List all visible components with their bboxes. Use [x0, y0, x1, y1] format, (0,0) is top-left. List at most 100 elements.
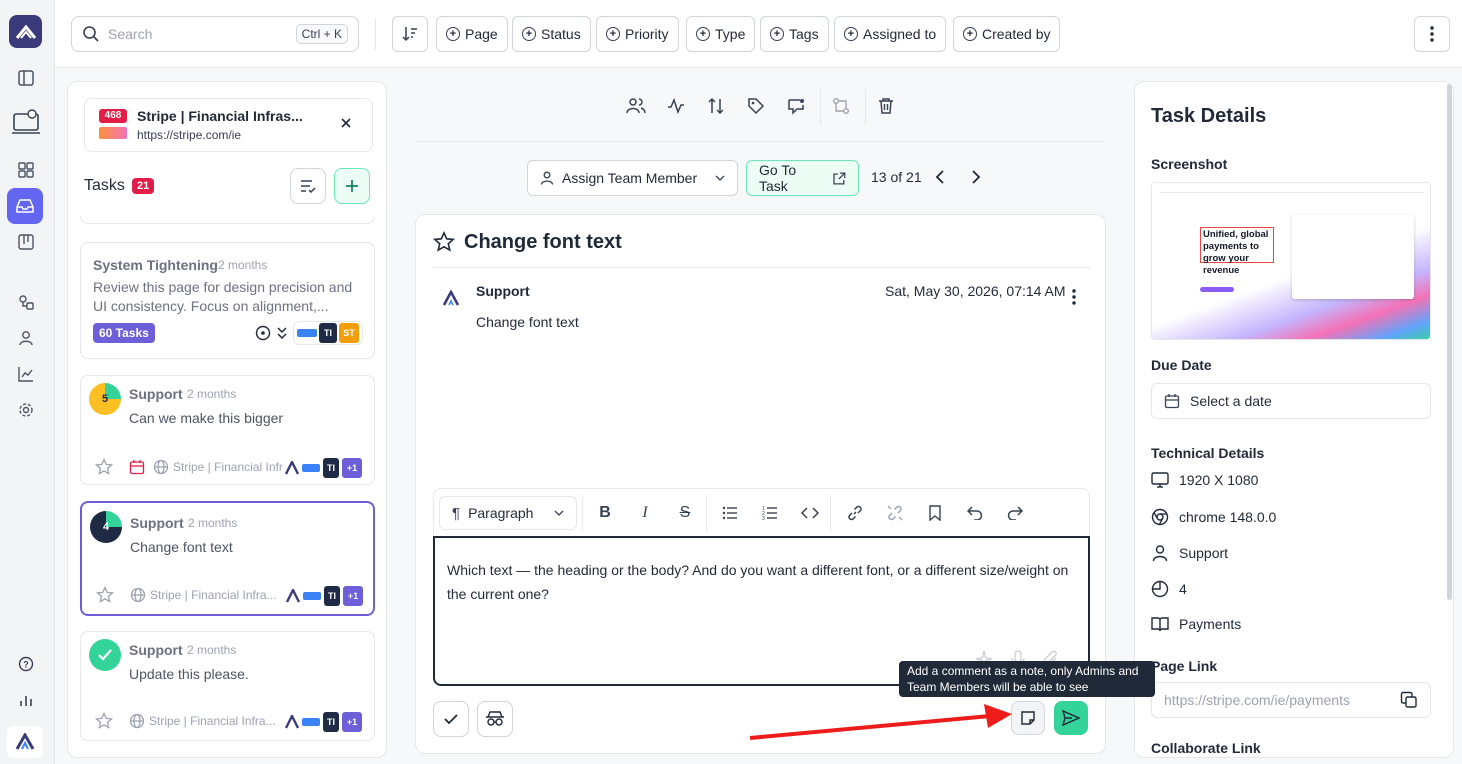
screenshot-thumbnail[interactable]: Unified, global payments to grow your re…	[1151, 182, 1431, 340]
settings-icon[interactable]	[14, 398, 38, 422]
page-link-value: https://stripe.com/ie/payments	[1164, 692, 1350, 708]
filter-assigned-button[interactable]: + Assigned to	[834, 16, 947, 52]
add-task-button[interactable]	[334, 168, 370, 204]
incognito-button[interactable]	[477, 701, 513, 737]
user-icon	[1152, 545, 1168, 562]
assign-member-dropdown[interactable]: Assign Team Member	[527, 160, 738, 196]
prev-task-icon[interactable]	[933, 169, 947, 185]
code-icon[interactable]	[799, 502, 821, 524]
reporter-row: Support	[1151, 544, 1228, 562]
sort-button[interactable]	[392, 16, 428, 52]
undo-icon[interactable]	[964, 502, 986, 524]
divider	[375, 18, 376, 50]
chrome-icon	[1151, 508, 1169, 526]
inbox-icon[interactable]	[7, 188, 43, 224]
filter-tags-button[interactable]: + Tags	[760, 16, 829, 52]
assignees-icon[interactable]	[623, 93, 649, 119]
collapse-icon[interactable]	[277, 326, 287, 340]
top-bar: Search Ctrl + K + Page + Status + Priority …	[55, 0, 1462, 68]
close-icon[interactable]	[339, 116, 353, 130]
analytics-icon[interactable]	[14, 362, 38, 386]
bold-icon[interactable]: B	[594, 502, 616, 524]
group-card[interactable]: System Tightening 2 months Review this p…	[80, 242, 375, 359]
calendar-icon	[129, 459, 145, 475]
bookmark-icon[interactable]	[924, 502, 946, 524]
activity-icon[interactable]	[663, 93, 689, 119]
board-icon[interactable]	[14, 230, 38, 254]
resolve-button[interactable]	[433, 701, 469, 737]
italic-icon[interactable]: I	[634, 502, 656, 524]
link-icon[interactable]	[844, 502, 866, 524]
task-detail-area: Assign Team Member Go To Task 13 of 21 C…	[415, 81, 1106, 758]
trash-icon[interactable]	[873, 93, 899, 119]
scrollbar[interactable]	[1447, 84, 1452, 600]
task-card[interactable]: 5 Support 2 months Can we make this bigg…	[80, 375, 375, 485]
task-card-selected[interactable]: 4 Support 2 months Change font text Stri…	[80, 501, 375, 616]
external-link-icon	[833, 171, 846, 185]
integrations-icon[interactable]	[14, 290, 38, 314]
left-rail: ?	[0, 0, 55, 764]
thumbnail-hero-text: Unified, global payments to grow your re…	[1200, 227, 1274, 276]
tag-icon[interactable]	[743, 93, 769, 119]
star-icon[interactable]	[95, 712, 113, 730]
user-icon[interactable]	[14, 326, 38, 350]
avatar: ST	[339, 323, 359, 343]
divider	[830, 495, 831, 531]
strikethrough-icon[interactable]: S	[674, 502, 696, 524]
stats-icon[interactable]	[14, 688, 38, 712]
sticky-note-icon	[1021, 711, 1035, 725]
app-logo[interactable]	[9, 15, 42, 48]
sidebar-toggle-icon[interactable]	[14, 66, 38, 90]
plus-icon: +	[696, 27, 710, 41]
send-button[interactable]	[1054, 701, 1088, 735]
task-author: Support	[130, 515, 184, 531]
redo-icon[interactable]	[1004, 502, 1026, 524]
search-icon	[83, 26, 99, 42]
avatar: TI	[323, 712, 339, 732]
filter-type-button[interactable]: + Type	[686, 16, 756, 52]
filter-created-button[interactable]: + Created by	[953, 16, 1061, 52]
help-icon[interactable]: ?	[14, 652, 38, 676]
more-assignees: +1	[342, 712, 362, 732]
next-task-icon[interactable]	[969, 169, 983, 185]
filter-label: Assigned to	[863, 26, 937, 42]
task-filter-button[interactable]	[290, 168, 326, 204]
feedback-icon[interactable]	[783, 93, 809, 119]
page-link-field[interactable]: https://stripe.com/ie/payments	[1151, 682, 1431, 718]
comment-menu-icon[interactable]	[1072, 289, 1076, 305]
site-url: https://stripe.com/ie	[137, 128, 242, 142]
filter-status-button[interactable]: + Status	[512, 16, 591, 52]
star-icon[interactable]	[96, 586, 114, 604]
task-time: 2 months	[187, 387, 237, 401]
divider	[415, 141, 1106, 142]
block-type-select[interactable]: ¶ Paragraph	[439, 496, 577, 530]
numbered-list-icon[interactable]: 123	[759, 502, 781, 524]
copy-icon[interactable]	[1400, 691, 1418, 709]
task-site: Stripe | Financial Infra...	[149, 714, 276, 728]
priority-sort-icon[interactable]	[703, 93, 729, 119]
plus-icon: +	[522, 27, 536, 41]
tasks-count-badge: 21	[132, 178, 155, 194]
dashboard-icon[interactable]	[14, 158, 38, 182]
go-to-task-button[interactable]: Go To Task	[746, 160, 859, 196]
priority-row: 4	[1151, 580, 1187, 598]
search-input[interactable]: Search Ctrl + K	[71, 16, 359, 52]
workspace-icon[interactable]	[10, 108, 42, 138]
unlink-icon[interactable]	[884, 502, 906, 524]
filter-page-button[interactable]: + Page	[436, 16, 508, 52]
star-icon[interactable]	[433, 231, 455, 253]
task-text: Can we make this bigger	[129, 410, 284, 426]
due-date-picker[interactable]: Select a date	[1151, 383, 1431, 419]
brand-mark-icon[interactable]	[7, 726, 43, 758]
more-options-button[interactable]	[1414, 16, 1450, 52]
integration-sync-icon[interactable]	[828, 93, 854, 119]
divider	[706, 495, 707, 531]
note-tooltip: Add a comment as a note, only Admins and…	[899, 661, 1155, 697]
star-icon[interactable]	[95, 458, 113, 476]
filter-priority-button[interactable]: + Priority	[596, 16, 679, 52]
search-shortcut: Ctrl + K	[295, 24, 348, 44]
task-card[interactable]: Support 2 months Update this please. Str…	[80, 631, 375, 741]
site-card[interactable]: 468 Stripe | Financial Infras... https:/…	[84, 98, 373, 152]
send-icon	[1062, 710, 1080, 726]
bullet-list-icon[interactable]	[719, 502, 741, 524]
